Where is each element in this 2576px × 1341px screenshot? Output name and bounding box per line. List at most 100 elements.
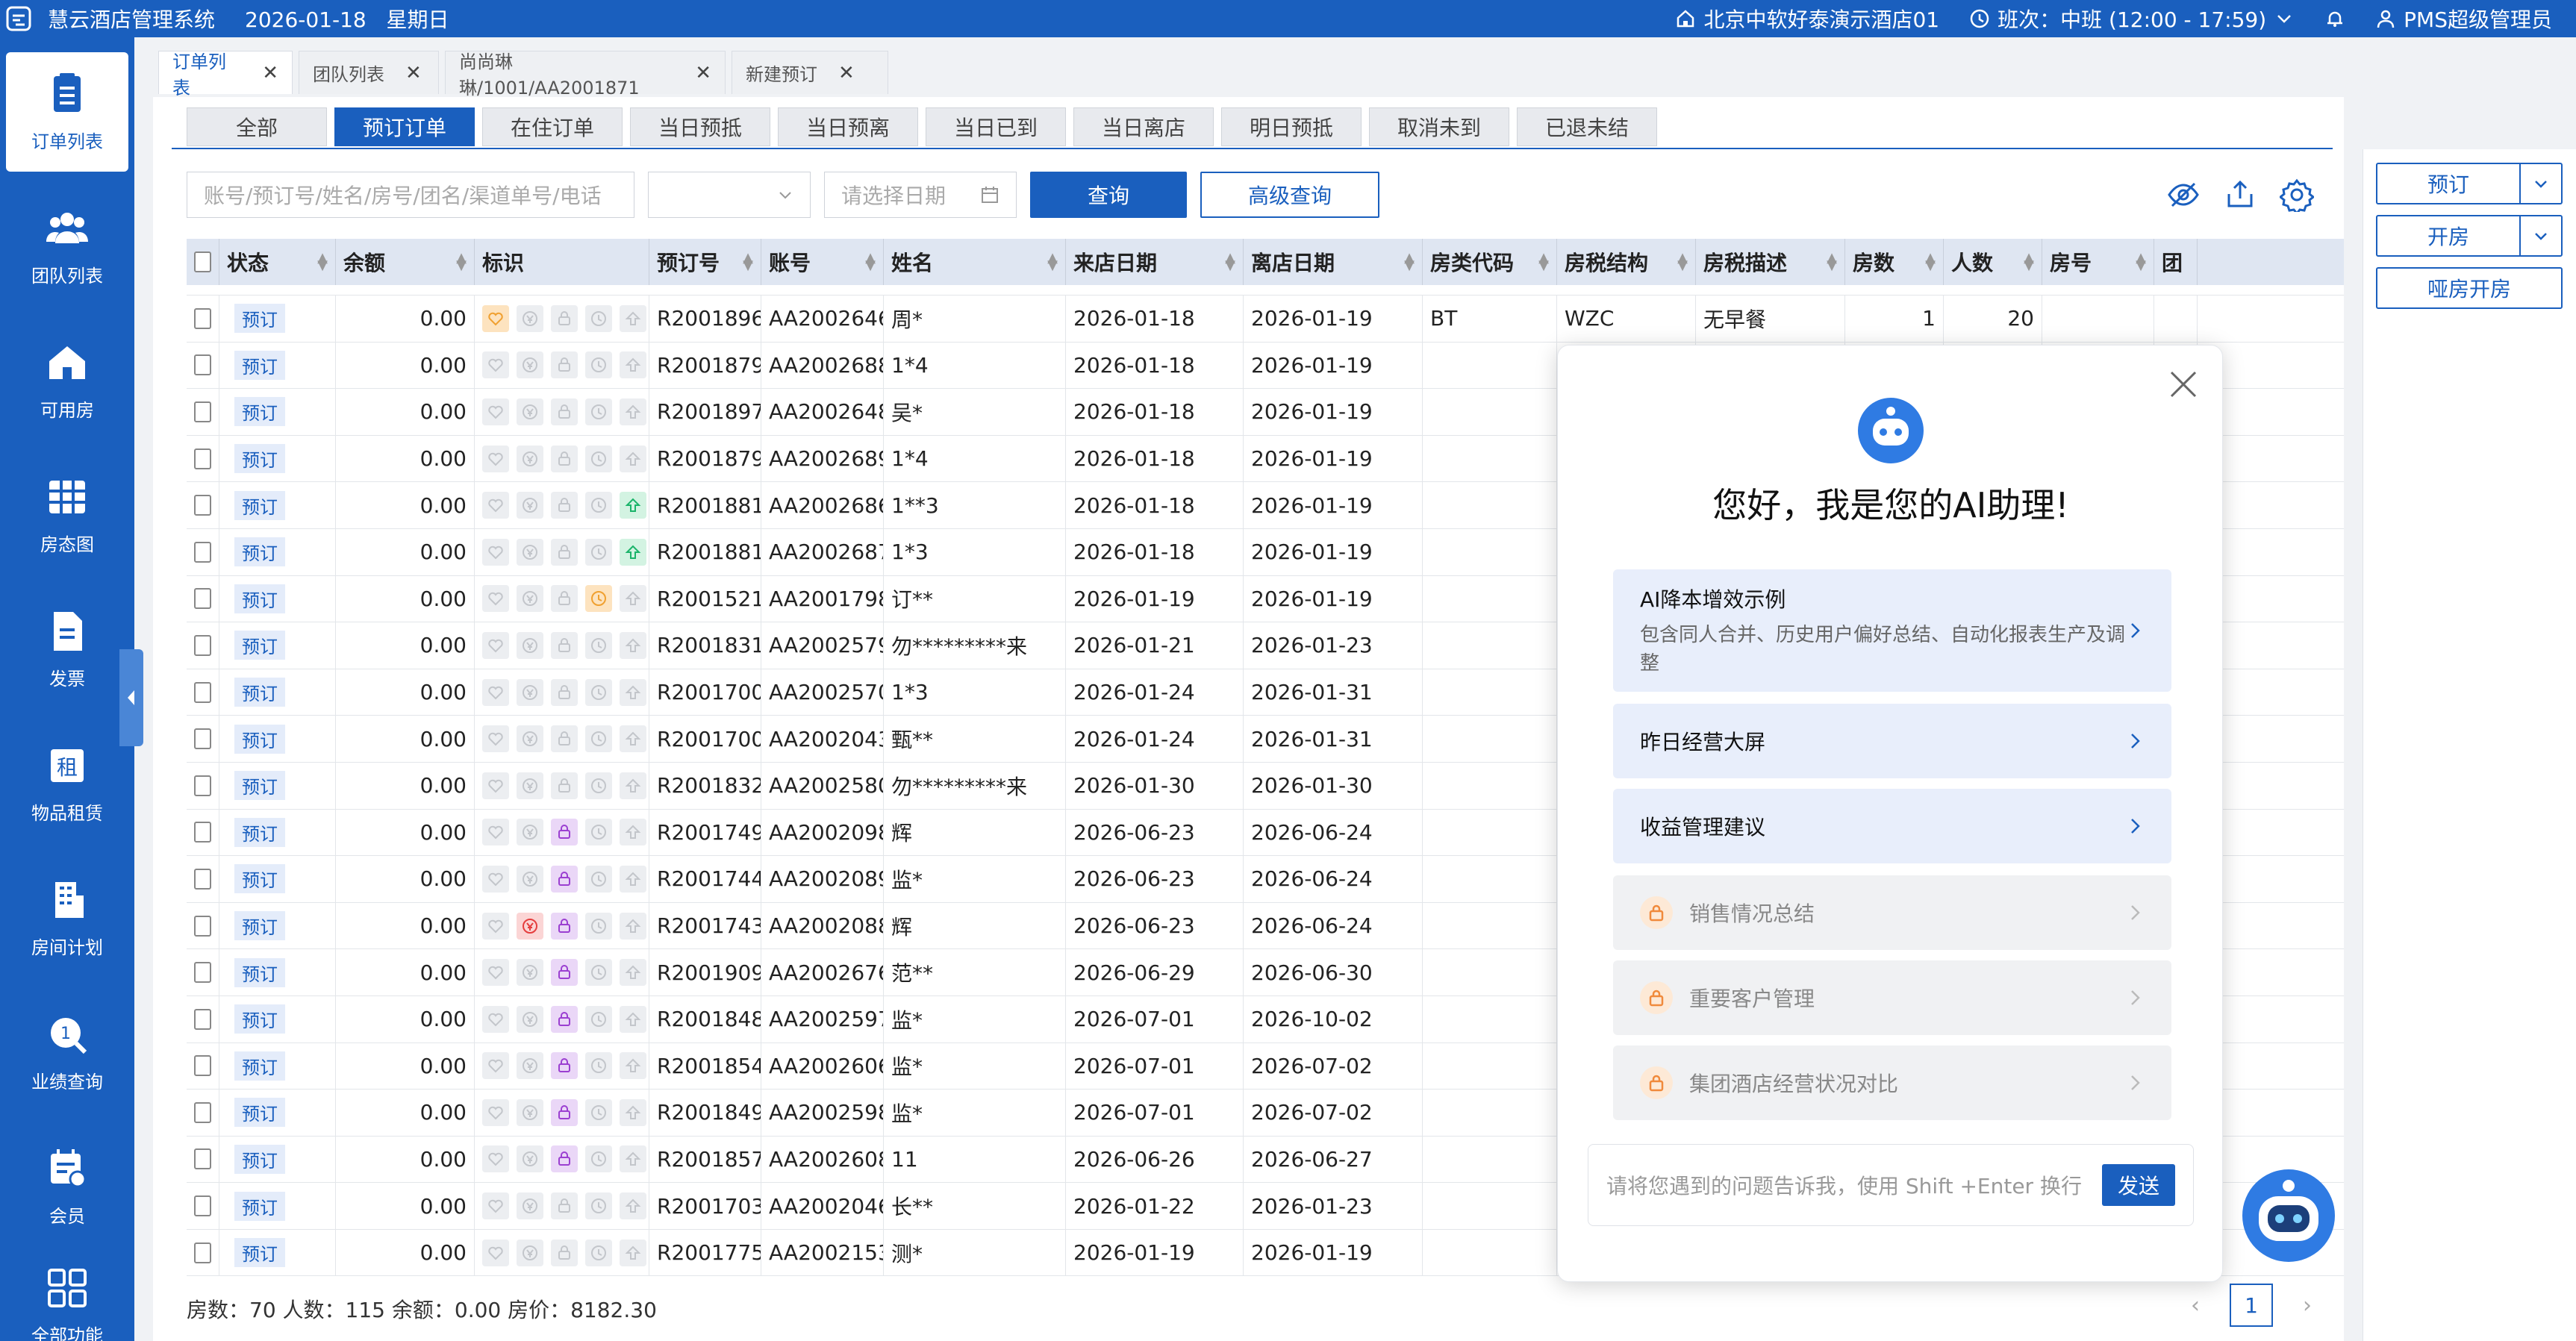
column-header[interactable]: 姓名 ▲ ▼	[884, 239, 1066, 285]
column-header[interactable]: 离店日期 ▲ ▼	[1244, 239, 1423, 285]
row-checkbox[interactable]	[187, 1229, 219, 1276]
column-header[interactable]: 标识	[475, 239, 649, 285]
ai-card-group-comparison[interactable]: 集团酒店经营状况对比	[1613, 1045, 2171, 1120]
advanced-query-button[interactable]: 高级查询	[1200, 172, 1379, 218]
ai-send-button[interactable]: 发送	[2102, 1164, 2175, 1206]
row-checkbox[interactable]	[187, 995, 219, 1043]
column-header[interactable]: 房号 ▲ ▼	[2042, 239, 2154, 285]
filter-button[interactable]: 在住订单	[482, 107, 623, 146]
ai-assistant-float-button-icon[interactable]	[2241, 1168, 2336, 1263]
row-checkbox[interactable]	[187, 296, 219, 342]
open-room-dropdown-toggle[interactable]	[2519, 216, 2561, 255]
close-icon[interactable]: ✕	[695, 62, 711, 84]
row-checkbox[interactable]	[187, 1043, 219, 1090]
ai-card-sales-summary[interactable]: 销售情况总结	[1613, 875, 2171, 950]
column-header[interactable]: 房税结构 ▲ ▼	[1557, 239, 1696, 285]
close-icon[interactable]: ✕	[405, 62, 422, 84]
row-checkbox[interactable]	[187, 482, 219, 528]
column-header[interactable]: 账号 ▲ ▼	[761, 239, 884, 285]
column-header[interactable]: 房类代码 ▲ ▼	[1423, 239, 1557, 285]
filter-button[interactable]: 当日预离	[778, 107, 918, 146]
filter-button[interactable]: 当日已到	[926, 107, 1066, 146]
ai-card-key-customers[interactable]: 重要客户管理	[1613, 960, 2171, 1035]
row-checkbox[interactable]	[187, 809, 219, 856]
row-checkbox[interactable]	[187, 716, 219, 762]
ai-card-yesterday-dashboard[interactable]: 昨日经营大屏	[1613, 704, 2171, 778]
select-all-checkbox[interactable]	[187, 239, 219, 285]
row-checkbox[interactable]	[187, 1183, 219, 1229]
sort-icon[interactable]: ▲ ▼	[2024, 251, 2034, 272]
row-checkbox[interactable]	[187, 902, 219, 949]
close-icon[interactable]	[2167, 368, 2200, 401]
ai-card-cost-reduction[interactable]: AI降本增效示例 包含同人合并、历史用户偏好总结、自动化报表生产及调整	[1613, 569, 2171, 692]
sort-icon[interactable]: ▲ ▼	[1827, 251, 1837, 272]
filter-button[interactable]: 明日预抵	[1221, 107, 1362, 146]
column-header[interactable]: 人数 ▲ ▼	[1944, 239, 2042, 285]
reserve-button[interactable]: 预订	[2376, 163, 2563, 204]
dumb-room-open-button[interactable]: 哑房开房	[2376, 267, 2563, 309]
row-checkbox[interactable]	[187, 1090, 219, 1136]
sort-icon[interactable]: ▲ ▼	[1538, 251, 1549, 272]
date-picker[interactable]: 请选择日期	[824, 172, 1017, 218]
sidebar-item-rental[interactable]: 租 物品租赁	[6, 724, 128, 843]
query-button[interactable]: 查询	[1030, 172, 1187, 218]
search-type-select[interactable]	[648, 172, 811, 218]
sidebar-item-order-list[interactable]: 订单列表	[6, 52, 128, 172]
search-input[interactable]: 账号/预订号/姓名/房号/团名/渠道单号/电话	[187, 172, 634, 218]
column-header[interactable]: 房税描述 ▲ ▼	[1696, 239, 1845, 285]
column-header[interactable]: 房数 ▲ ▼	[1845, 239, 1944, 285]
sidebar-item-performance[interactable]: 1 业绩查询	[6, 993, 128, 1112]
sort-icon[interactable]: ▲ ▼	[2136, 251, 2146, 272]
prev-page-button[interactable]: ‹	[2191, 1292, 2200, 1319]
tab-guest-detail[interactable]: 尚尚琳琳/1001/AA2001871 ✕	[445, 51, 726, 99]
row-checkbox[interactable]	[187, 949, 219, 995]
row-checkbox[interactable]	[187, 435, 219, 482]
column-header[interactable]: 状态 ▲ ▼	[219, 239, 336, 285]
sort-icon[interactable]: ▲ ▼	[317, 251, 328, 272]
sort-icon[interactable]: ▲ ▼	[1047, 251, 1058, 272]
sort-icon[interactable]: ▲ ▼	[1677, 251, 1688, 272]
row-checkbox[interactable]	[187, 622, 219, 669]
ai-card-revenue-advice[interactable]: 收益管理建议	[1613, 789, 2171, 863]
filter-button[interactable]: 取消未到	[1369, 107, 1509, 146]
export-icon[interactable]	[2223, 178, 2257, 212]
row-checkbox[interactable]	[187, 575, 219, 622]
sort-icon[interactable]: ▲ ▼	[456, 251, 467, 272]
sidebar-item-invoice[interactable]: 发票	[6, 590, 128, 709]
sort-icon[interactable]: ▲ ▼	[743, 251, 753, 272]
close-icon[interactable]: ✕	[262, 62, 278, 84]
row-checkbox[interactable]	[187, 762, 219, 809]
column-header[interactable]: 来店日期 ▲ ▼	[1066, 239, 1244, 285]
row-checkbox[interactable]	[187, 669, 219, 716]
settings-gear-icon[interactable]	[2280, 178, 2314, 212]
open-room-button[interactable]: 开房	[2376, 215, 2563, 257]
tab-new-reservation[interactable]: 新建预订 ✕	[732, 51, 888, 94]
ai-question-input[interactable]: 请将您遇到的问题告诉我，使用 Shift +Enter 换行 发送	[1588, 1144, 2194, 1226]
page-number-button[interactable]: 1	[2230, 1284, 2273, 1327]
table-row[interactable]: 预订 0.00 R2001896 AA2002646 周* 2026-01-18 2026-…	[187, 296, 2344, 343]
next-page-button[interactable]: ›	[2303, 1292, 2312, 1319]
user-menu[interactable]: PMS超级管理员	[2375, 4, 2552, 34]
sidebar-item-all-functions[interactable]: 全部功能	[6, 1246, 128, 1341]
hotel-selector[interactable]: 北京中软好泰演示酒店01	[1675, 4, 1939, 34]
row-checkbox[interactable]	[187, 389, 219, 435]
sidebar-item-available-rooms[interactable]: 可用房	[6, 321, 128, 440]
close-icon[interactable]: ✕	[838, 62, 855, 84]
column-header[interactable]: 余额 ▲ ▼	[336, 239, 475, 285]
sort-icon[interactable]: ▲ ▼	[1925, 251, 1936, 272]
sort-icon[interactable]: ▲ ▼	[865, 251, 876, 272]
row-checkbox[interactable]	[187, 528, 219, 575]
column-header[interactable]: 预订号 ▲ ▼	[649, 239, 761, 285]
shift-selector[interactable]: 班次：中班 (12:00 - 17:59)	[1969, 4, 2295, 34]
row-checkbox[interactable]	[187, 1136, 219, 1183]
hide-eye-icon[interactable]	[2166, 178, 2201, 212]
filter-button[interactable]: 当日预抵	[630, 107, 770, 146]
notification-bell-icon[interactable]	[2324, 8, 2345, 29]
row-checkbox[interactable]	[187, 856, 219, 902]
sort-icon[interactable]: ▲ ▼	[1404, 251, 1415, 272]
row-checkbox[interactable]	[187, 342, 219, 389]
filter-button[interactable]: 全部	[187, 107, 327, 146]
tab-team-list[interactable]: 团队列表 ✕	[299, 51, 439, 94]
sort-icon[interactable]: ▲ ▼	[1225, 251, 1235, 272]
tab-order-list[interactable]: 订单列表 ✕	[158, 51, 293, 99]
